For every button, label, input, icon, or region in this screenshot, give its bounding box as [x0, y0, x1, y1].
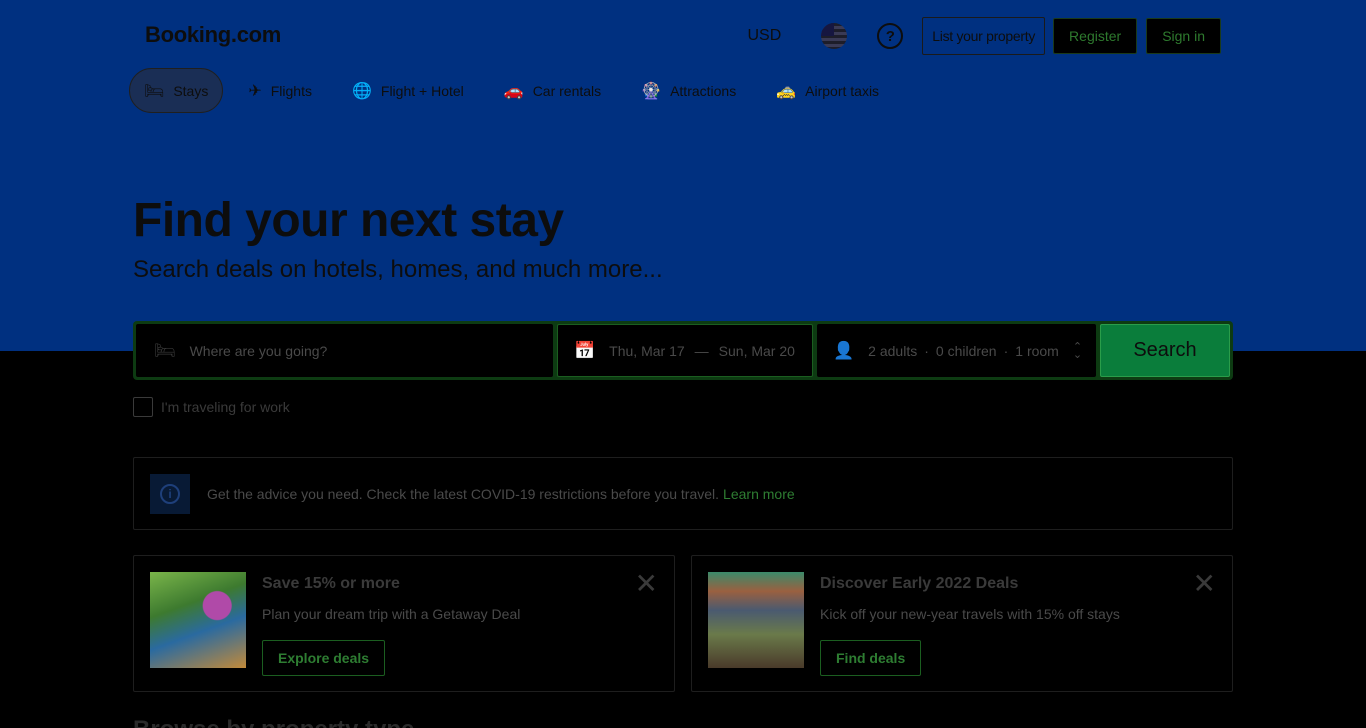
search-button[interactable]: Search	[1100, 324, 1230, 377]
page-title: Find your next stay	[133, 194, 564, 247]
calendar-icon: 📅	[574, 340, 596, 360]
nav-item-label: Flight + Hotel	[380, 82, 464, 99]
nav-item-label: Car rentals	[532, 82, 602, 99]
header-actions: USD ? List your property Register Sign i…	[748, 17, 1221, 55]
close-icon[interactable]: ✕	[1193, 570, 1216, 598]
promo-image	[708, 572, 804, 668]
nav-item-label: Airport taxis	[805, 82, 880, 99]
explore-deals-button[interactable]: Explore deals	[262, 640, 386, 676]
promo-subtitle: Plan your dream trip with a Getaway Deal	[262, 606, 521, 622]
plane-icon: ✈	[248, 82, 262, 100]
check-out-date: Sun, Mar 20	[718, 342, 795, 359]
nav-item-car-rentals[interactable]: 🚗 Car rentals	[489, 68, 616, 113]
up-down-chevron-icon: ⌃ ⌄	[1072, 340, 1083, 361]
promo-subtitle: Kick off your new-year travels with 15% …	[820, 606, 1120, 622]
promo-card: Discover Early 2022 Deals Kick off your …	[691, 555, 1233, 692]
person-icon: 👤	[833, 340, 855, 360]
register-button[interactable]: Register	[1053, 18, 1138, 54]
learn-more-link[interactable]: Learn more	[723, 486, 795, 502]
help-icon[interactable]: ?	[877, 23, 904, 49]
nav-item-label: Attractions	[670, 82, 737, 99]
guests-selector[interactable]: 👤 2 adults · 0 children · 1 room ⌃ ⌄	[817, 324, 1096, 377]
nav-item-flight-hotel[interactable]: 🌐 Flight + Hotel	[337, 68, 479, 113]
separator-dot: ·	[1003, 342, 1009, 359]
globe-icon: 🌐	[351, 82, 372, 100]
nav-item-flights[interactable]: ✈ Flights	[233, 68, 327, 113]
promo-title: Discover Early 2022 Deals	[820, 575, 1019, 592]
work-travel-option[interactable]: I'm traveling for work	[133, 397, 290, 417]
page-subtitle: Search deals on hotels, homes, and much …	[133, 256, 663, 283]
rooms-count: 1 room	[1015, 342, 1059, 359]
promo-card: Save 15% or more Plan your dream trip wi…	[133, 555, 675, 692]
destination-placeholder: Where are you going?	[189, 342, 328, 359]
nav-item-attractions[interactable]: 🎡 Attractions	[626, 68, 751, 113]
adults-count: 2 adults	[868, 342, 918, 359]
us-flag-icon[interactable]	[821, 23, 848, 49]
ferris-wheel-icon: 🎡	[641, 82, 662, 100]
info-icon-container: i	[150, 473, 190, 514]
currency-selector[interactable]: USD	[748, 27, 782, 45]
promo-image	[150, 572, 246, 668]
promo-title: Save 15% or more	[262, 575, 400, 592]
bed-icon: 🛏	[144, 82, 165, 100]
car-icon: 🚗	[503, 82, 524, 100]
separator-dot: ·	[924, 342, 929, 359]
sign-in-button[interactable]: Sign in	[1146, 18, 1221, 54]
work-travel-label: I'm traveling for work	[161, 399, 290, 415]
destination-input[interactable]: 🛏 Where are you going?	[136, 324, 553, 377]
find-deals-button[interactable]: Find deals	[820, 640, 922, 676]
work-travel-checkbox[interactable]	[133, 397, 153, 417]
taxi-icon: 🚕	[776, 82, 797, 100]
close-icon[interactable]: ✕	[635, 570, 658, 598]
list-property-button[interactable]: List your property	[922, 17, 1046, 55]
nav-item-label: Flights	[270, 82, 312, 99]
covid-text: Get the advice you need. Check the lates…	[207, 485, 720, 502]
children-count: 0 children	[935, 342, 997, 359]
covid-notice: i Get the advice you need. Check the lat…	[133, 457, 1233, 530]
date-picker[interactable]: 📅 Thu, Mar 17 — Sun, Mar 20	[557, 324, 813, 377]
info-icon: i	[160, 483, 180, 504]
bed-icon: 🛏	[154, 340, 176, 360]
nav-item-stays[interactable]: 🛏 Stays	[129, 68, 224, 113]
date-separator: —	[694, 342, 709, 359]
nav-item-label: Stays	[173, 82, 209, 99]
nav-item-airport-taxis[interactable]: 🚕 Airport taxis	[761, 68, 894, 113]
check-in-date: Thu, Mar 17	[609, 342, 685, 359]
section-heading: Browse by property type	[133, 716, 414, 728]
product-nav: 🛏 Stays ✈ Flights 🌐 Flight + Hotel 🚗 Car…	[129, 68, 904, 113]
booking-logo[interactable]: Booking.com	[145, 22, 281, 48]
search-bar: 🛏 Where are you going? 📅 Thu, Mar 17 — S…	[133, 321, 1233, 380]
